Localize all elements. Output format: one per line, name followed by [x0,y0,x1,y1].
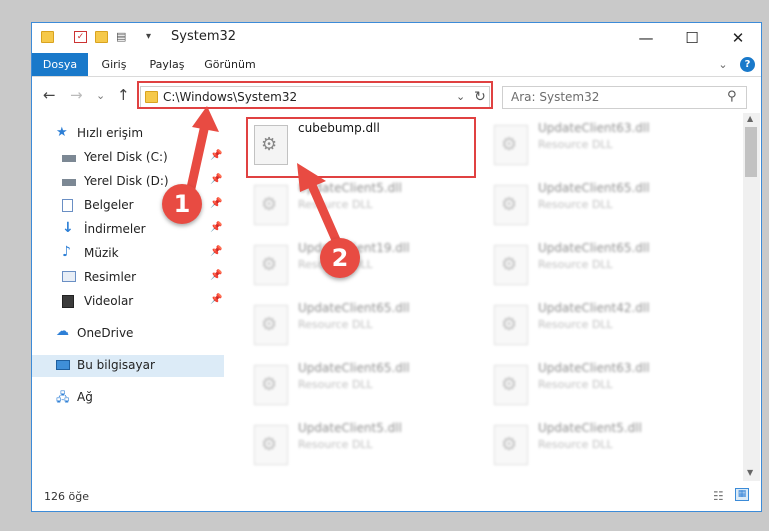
arrow-2 [297,163,341,245]
annotation-arrows [186,106,341,245]
step-badge-2: 2 [320,238,360,278]
arrow-1 [186,106,219,193]
step-badge-1: 1 [162,184,202,224]
